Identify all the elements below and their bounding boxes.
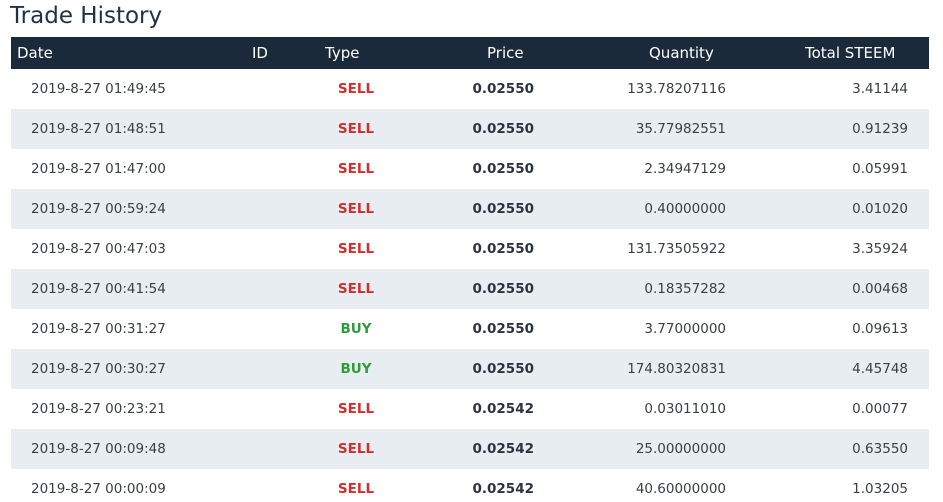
- cell-total: 0.63550: [852, 441, 908, 457]
- cell-price: 0.02542: [472, 481, 535, 497]
- cell-price: 0.02542: [472, 401, 535, 417]
- column-header-total[interactable]: Total STEEM: [805, 37, 895, 69]
- cell-date: 2019-8-27 00:23:21: [31, 401, 166, 417]
- cell-quantity: 0.40000000: [644, 201, 726, 217]
- cell-date: 2019-8-27 00:00:09: [31, 481, 166, 497]
- cell-type: SELL: [337, 241, 375, 257]
- cell-type: SELL: [337, 481, 375, 497]
- cell-price: 0.02550: [472, 161, 535, 177]
- cell-quantity: 25.00000000: [635, 441, 726, 457]
- cell-date: 2019-8-27 00:47:03: [31, 241, 166, 257]
- cell-total: 3.41144: [852, 81, 908, 97]
- cell-price: 0.02550: [472, 361, 535, 377]
- cell-type: SELL: [337, 281, 375, 297]
- cell-total: 3.35924: [852, 241, 908, 257]
- cell-total: 0.91239: [852, 121, 908, 137]
- table-row[interactable]: 2019-8-27 00:09:48 SELL 0.02542 25.00000000…: [11, 429, 929, 469]
- table-row[interactable]: 2019-8-27 01:48:51 SELL 0.02550 35.77982551…: [11, 109, 929, 149]
- cell-price: 0.02550: [472, 281, 535, 297]
- table-row[interactable]: 2019-8-27 00:31:27 BUY 0.02550 3.77000000 0.…: [11, 309, 929, 349]
- cell-type: SELL: [337, 161, 375, 177]
- cell-total: 0.09613: [852, 321, 908, 337]
- cell-quantity: 0.18357282: [644, 281, 726, 297]
- cell-price: 0.02550: [472, 121, 535, 137]
- column-header-quantity[interactable]: Quantity: [649, 37, 714, 69]
- column-header-id[interactable]: ID: [252, 37, 268, 69]
- cell-quantity: 2.34947129: [644, 161, 726, 177]
- cell-type: SELL: [337, 201, 375, 217]
- cell-total: 1.03205: [852, 481, 908, 497]
- table-header: Date ID Type Price Quantity Total STEEM: [11, 37, 929, 69]
- cell-date: 2019-8-27 00:09:48: [31, 441, 166, 457]
- table-row[interactable]: 2019-8-27 01:49:45 SELL 0.02550 133.7820711…: [11, 69, 929, 109]
- cell-date: 2019-8-27 00:41:54: [31, 281, 166, 297]
- cell-date: 2019-8-27 01:48:51: [31, 121, 166, 137]
- cell-total: 0.00468: [852, 281, 908, 297]
- cell-price: 0.02542: [472, 441, 535, 457]
- table-row[interactable]: 2019-8-27 00:00:09 SELL 0.02542 40.60000000…: [11, 469, 929, 502]
- table-row[interactable]: 2019-8-27 00:30:27 BUY 0.02550 174.80320831…: [11, 349, 929, 389]
- cell-type: BUY: [340, 321, 372, 337]
- cell-total: 0.01020: [852, 201, 908, 217]
- page-title: Trade History: [10, 3, 163, 29]
- column-header-price[interactable]: Price: [487, 37, 524, 69]
- table-row[interactable]: 2019-8-27 00:47:03 SELL 0.02550 131.7350592…: [11, 229, 929, 269]
- table-row[interactable]: 2019-8-27 00:41:54 SELL 0.02550 0.18357282 0…: [11, 269, 929, 309]
- column-header-date[interactable]: Date: [17, 37, 53, 69]
- table-row[interactable]: 2019-8-27 01:47:00 SELL 0.02550 2.34947129 0…: [11, 149, 929, 189]
- cell-type: SELL: [337, 81, 375, 97]
- cell-type: SELL: [337, 401, 375, 417]
- cell-quantity: 174.80320831: [627, 361, 726, 377]
- table-row[interactable]: 2019-8-27 00:23:21 SELL 0.02542 0.03011010 0…: [11, 389, 929, 429]
- cell-total: 4.45748: [852, 361, 908, 377]
- cell-price: 0.02550: [472, 321, 535, 337]
- cell-price: 0.02550: [472, 241, 535, 257]
- cell-quantity: 0.03011010: [644, 401, 726, 417]
- cell-type: BUY: [340, 361, 372, 377]
- cell-date: 2019-8-27 01:47:00: [31, 161, 166, 177]
- cell-quantity: 3.77000000: [644, 321, 726, 337]
- cell-date: 2019-8-27 00:31:27: [31, 321, 166, 337]
- cell-quantity: 40.60000000: [635, 481, 726, 497]
- cell-type: SELL: [337, 441, 375, 457]
- column-header-type[interactable]: Type: [325, 37, 359, 69]
- cell-date: 2019-8-27 00:59:24: [31, 201, 166, 217]
- cell-quantity: 35.77982551: [635, 121, 726, 137]
- cell-type: SELL: [337, 121, 375, 137]
- cell-quantity: 131.73505922: [627, 241, 726, 257]
- trade-history-panel: Trade History Date ID Type Price Quantit…: [0, 0, 943, 502]
- trade-history-table: Date ID Type Price Quantity Total STEEM …: [11, 37, 929, 502]
- cell-date: 2019-8-27 00:30:27: [31, 361, 166, 377]
- cell-price: 0.02550: [472, 81, 535, 97]
- cell-price: 0.02550: [472, 201, 535, 217]
- cell-total: 0.00077: [852, 401, 908, 417]
- cell-quantity: 133.78207116: [627, 81, 726, 97]
- table-row[interactable]: 2019-8-27 00:59:24 SELL 0.02550 0.40000000 0…: [11, 189, 929, 229]
- table-body: 2019-8-27 01:49:45 SELL 0.02550 133.7820711…: [11, 69, 929, 502]
- cell-total: 0.05991: [852, 161, 908, 177]
- cell-date: 2019-8-27 01:49:45: [31, 81, 166, 97]
